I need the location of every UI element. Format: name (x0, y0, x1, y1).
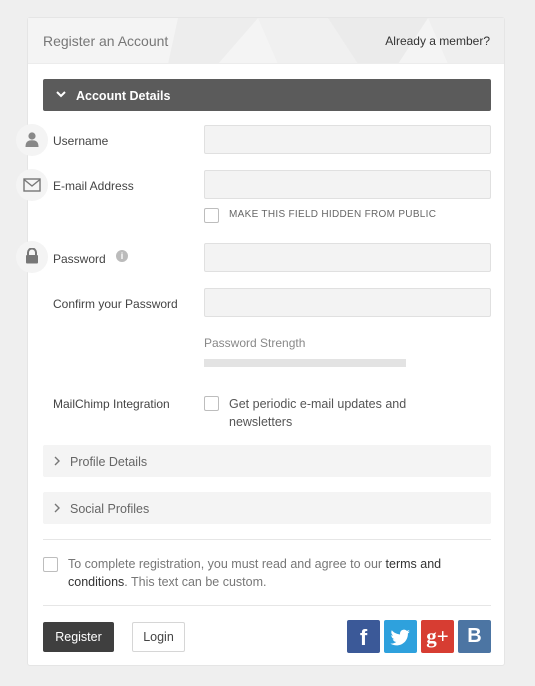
username-label: Username (53, 134, 109, 148)
terms-checkbox[interactable] (43, 557, 58, 572)
mailchimp-checkbox[interactable] (204, 396, 219, 411)
hide-email-label: MAKE THIS FIELD HIDDEN FROM PUBLIC (229, 209, 437, 220)
mailchimp-label: MailChimp Integration (53, 397, 170, 411)
page-title: Register an Account (43, 33, 169, 49)
facebook-login-button[interactable]: f (347, 620, 380, 653)
already-member-link[interactable]: Already a member? (385, 34, 490, 48)
email-label: E-mail Address (53, 179, 134, 193)
facebook-icon: f (359, 625, 368, 650)
user-icon-badge (16, 124, 48, 156)
twitter-bird-icon (390, 629, 410, 646)
username-input[interactable] (204, 125, 491, 154)
chevron-down-icon (56, 91, 66, 98)
social-profiles-section-toggle[interactable]: Social Profiles (43, 492, 491, 524)
account-details-section-toggle[interactable]: Account Details (43, 79, 491, 111)
google-plus-login-button[interactable]: g+ (421, 620, 454, 653)
profile-details-section-toggle[interactable]: Profile Details (43, 445, 491, 477)
vk-icon: B (467, 625, 482, 647)
confirm-password-input[interactable] (204, 288, 491, 317)
divider (43, 539, 491, 540)
login-button[interactable]: Login (132, 622, 185, 652)
register-card: Register an Account Already a member? Ac… (16, 17, 505, 666)
mailchimp-option-label: Get periodic e-mail updates and newslett… (229, 397, 407, 429)
password-strength-label: Password Strength (204, 336, 306, 350)
terms-suffix: . This text can be custom. (124, 575, 267, 589)
user-icon (25, 132, 39, 147)
lock-icon-badge (16, 241, 48, 273)
confirm-password-label: Confirm your Password (53, 297, 178, 311)
chevron-right-icon (54, 456, 60, 466)
profile-details-title: Profile Details (70, 455, 148, 469)
vk-login-button[interactable]: B (458, 620, 491, 653)
password-label: Password (53, 252, 106, 266)
chevron-right-icon (54, 503, 60, 513)
password-input[interactable] (204, 243, 491, 272)
terms-prefix: To complete registration, you must read … (68, 557, 386, 571)
card-header: Register an Account Already a member? (28, 18, 504, 64)
info-icon[interactable]: i (116, 250, 128, 262)
hide-email-checkbox[interactable] (204, 208, 219, 223)
envelope-icon (23, 178, 41, 192)
google-plus-icon: g+ (426, 624, 449, 648)
register-button[interactable]: Register (43, 622, 114, 652)
email-input[interactable] (204, 170, 491, 199)
lock-icon (26, 248, 38, 264)
divider (43, 605, 491, 606)
twitter-login-button[interactable] (384, 620, 417, 653)
terms-text: To complete registration, you must read … (68, 555, 478, 591)
password-strength-meter (204, 359, 406, 367)
account-details-title: Account Details (76, 89, 171, 103)
social-profiles-title: Social Profiles (70, 502, 150, 516)
email-icon-badge (16, 169, 48, 201)
